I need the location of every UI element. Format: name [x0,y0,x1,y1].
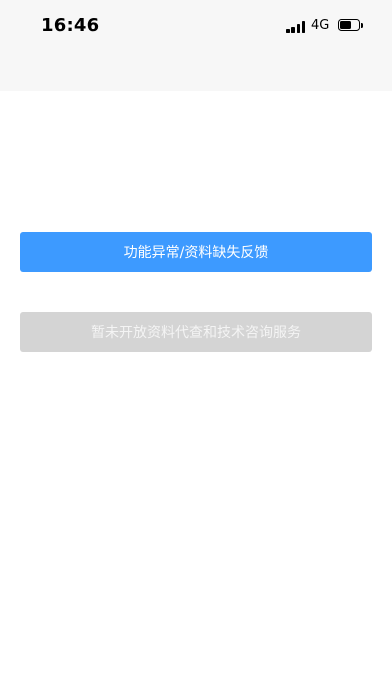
top-bar: 16:46 4G [0,0,392,91]
network-type: 4G [311,18,330,33]
status-bar: 16:46 4G [0,0,392,54]
battery-tip [361,23,363,28]
status-time: 16:46 [41,15,100,36]
battery-icon [338,19,360,31]
feedback-button-label: 功能异常/资料缺失反馈 [123,245,269,261]
service-button-label: 暂未开放资料代查和技术咨询服务 [91,325,301,341]
battery-level [340,21,352,29]
service-button[interactable]: 暂未开放资料代查和技术咨询服务 [20,312,372,352]
feedback-button[interactable]: 功能异常/资料缺失反馈 [20,232,372,272]
signal-icon [286,20,306,33]
